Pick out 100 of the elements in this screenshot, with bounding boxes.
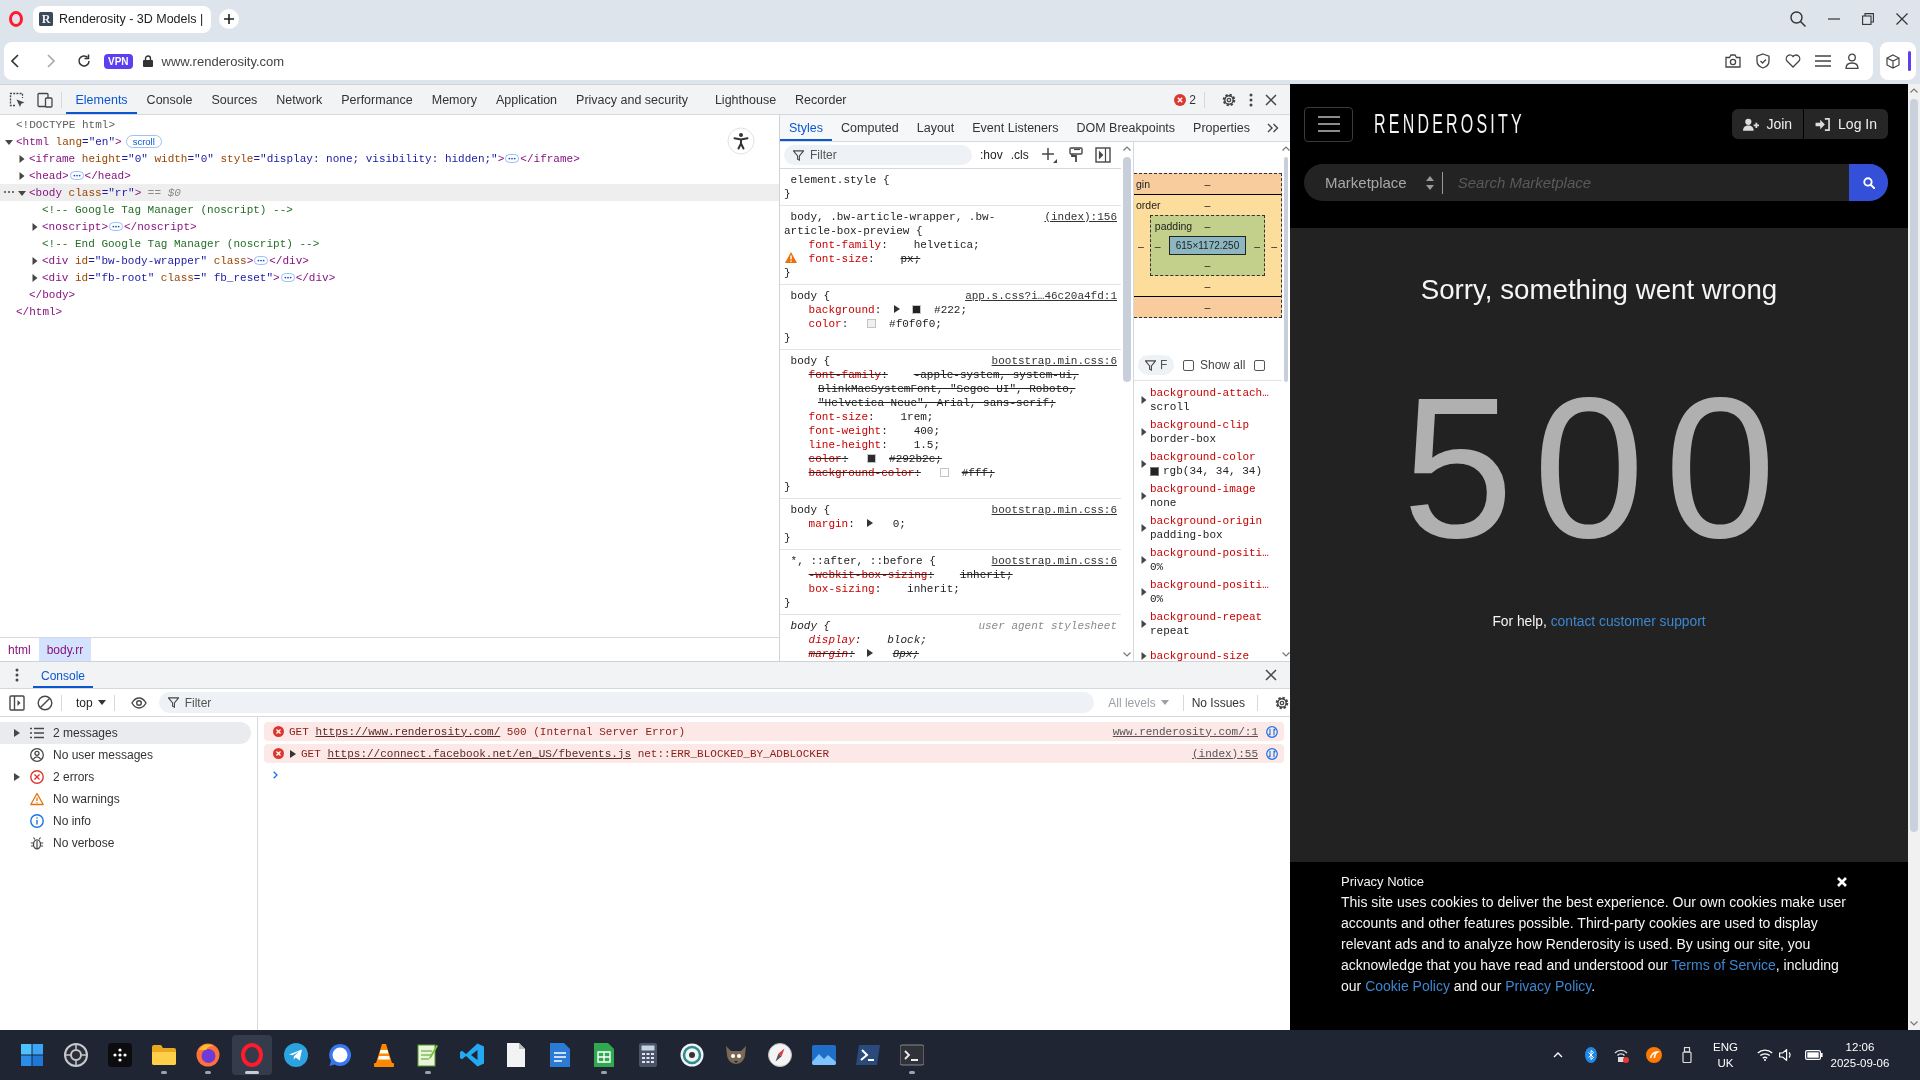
url-link[interactable]: https://connect.facebook.net/en_US/fbevents.js [327,747,632,760]
scrollbar-thumb[interactable] [1123,157,1131,382]
camera-icon[interactable] [1725,53,1741,69]
property-name[interactable]: margin: [808,648,855,660]
property-value[interactable]: -apple-system, system-ui, [913,369,1079,381]
pseudo-state-toggle[interactable]: :hov [980,148,1003,162]
settings-icon[interactable] [1274,694,1290,711]
breadcrumb[interactable]: body.rr [38,638,92,661]
caret-right-icon[interactable] [1140,492,1148,500]
support-link[interactable]: contact customer support [1550,614,1706,629]
property-value[interactable]: 1rem; [900,411,934,423]
caret-right-icon[interactable] [1140,460,1148,468]
property-value[interactable]: inherit; [959,569,1013,581]
ellipsis-icon[interactable] [109,222,123,231]
devtools-tab[interactable]: Application [486,85,567,114]
property-name[interactable]: -webkit-box-sizing: [808,569,935,581]
devtools-tab[interactable]: Console [137,85,202,114]
property-name[interactable]: font-weight: [808,425,888,437]
scroll-down-icon[interactable] [1282,652,1290,657]
language-code[interactable]: ENG [1713,1039,1738,1055]
caret-right-icon[interactable] [290,749,296,758]
list-menu-icon[interactable] [1815,53,1831,69]
sidebar-tab[interactable]: Properties [1184,115,1260,141]
drawer-tab[interactable]: Console [33,662,94,688]
devtools-tab[interactable]: Privacy and security [566,85,698,114]
property-name[interactable]: line-height: [808,439,888,451]
search-button[interactable] [1849,164,1888,201]
property-value[interactable]: 0; [892,518,906,530]
network-status-icon[interactable] [1613,1047,1630,1063]
devtools-tab[interactable]: Network [266,85,332,114]
reload-icon[interactable] [77,54,91,68]
caret-right-icon[interactable] [18,154,26,163]
color-swatch-icon[interactable] [867,454,877,463]
source-link[interactable]: www.renderosity.com/:1 [1112,725,1258,738]
checkbox[interactable] [1254,359,1266,371]
ring-logo-icon[interactable] [9,11,23,27]
property-name[interactable]: font-family: [808,239,888,251]
devtools-tab[interactable]: Performance [331,85,423,114]
box-model-value[interactable]: – [1204,259,1211,271]
more-options-icon[interactable] [15,668,19,682]
property-value[interactable]: 400; [913,425,941,437]
person-icon[interactable] [1845,53,1859,69]
wifi-icon[interactable] [1757,1049,1773,1061]
caret-right-icon[interactable] [1140,588,1148,596]
sidebar-tab[interactable]: Layout [907,115,964,141]
clock-time[interactable]: 12:06 [1845,1039,1875,1055]
scrollbar-thumb[interactable] [1910,99,1918,832]
property-name[interactable]: margin: [808,518,855,530]
box-model-value[interactable]: – [1271,239,1277,252]
selected-row-highlight[interactable]: <body class="rr"> == $0 [0,184,779,201]
url-link[interactable]: https://www.renderosity.com/ [315,725,501,738]
breadcrumb[interactable]: html [0,638,39,661]
cube-icon[interactable] [1886,53,1900,69]
search-icon[interactable] [1790,11,1806,27]
property-value[interactable]: inherit; [907,583,960,595]
box-model-value[interactable]: – [1204,178,1211,190]
circular-arrows-icon[interactable] [1266,747,1278,760]
property-value[interactable]: #fff; [961,467,995,479]
browser-tab[interactable]: R Renderosity - 3D Models | [33,5,212,33]
ellipsis-icon[interactable] [280,273,295,282]
devtools-tab[interactable]: Sources [202,85,267,114]
caret-right-icon[interactable] [31,256,39,265]
sidebar-tab[interactable]: Computed [832,115,908,141]
box-model-value[interactable]: – [1254,239,1261,252]
site-logo[interactable]: RENDEROSITY [1374,108,1525,140]
sidebar-indicator[interactable] [1908,51,1911,71]
source-link[interactable]: bootstrap.min.css:6 [991,503,1117,517]
caret-down-icon[interactable] [5,137,13,146]
devtools-tab[interactable]: Memory [422,85,487,114]
property-name[interactable]: box-sizing: [808,583,882,595]
caret-right-icon[interactable] [1140,620,1148,628]
caret-right-icon[interactable] [18,171,26,180]
property-value[interactable]: block; [887,634,927,646]
filter-field[interactable]: Filter [158,692,1095,713]
prompt-chevron-icon[interactable] [273,771,278,779]
expand-triangle-icon[interactable] [867,519,874,527]
usb-drive-icon[interactable] [1682,1047,1693,1063]
source-link[interactable]: bootstrap.min.css:6 [991,354,1117,368]
scroll-down-icon[interactable] [1910,1021,1918,1026]
console-sidebar-item[interactable]: No info [0,810,251,832]
caret-right-icon[interactable] [1140,524,1148,532]
sidebar-toggle-icon[interactable] [9,694,25,711]
sidebar-tab[interactable]: Event Listeners [963,115,1068,141]
caret-right-icon[interactable] [14,773,20,781]
property-value[interactable]: 8px; [892,648,920,660]
double-chevron-icon[interactable] [1267,123,1280,133]
circular-arrows-icon[interactable] [1266,725,1278,738]
pseudo-state-toggle[interactable]: .cls [1010,148,1029,162]
box-model-value[interactable]: – [1204,280,1211,292]
policy-link[interactable]: Cookie Policy [1365,978,1450,994]
expand-triangle-icon[interactable] [867,649,874,657]
property-value[interactable]: #f0f0f0; [889,318,942,330]
property-value[interactable]: 1.5; [913,439,941,451]
paint-roller-icon[interactable] [1068,147,1083,163]
scroll-up-icon[interactable] [1123,146,1131,151]
property-value[interactable]: px; [900,253,921,265]
ellipsis-icon[interactable] [254,256,269,265]
property-name[interactable]: color: [808,318,849,330]
category-select[interactable]: Marketplace [1304,174,1434,191]
source-link[interactable]: (index):55 [1192,747,1258,760]
